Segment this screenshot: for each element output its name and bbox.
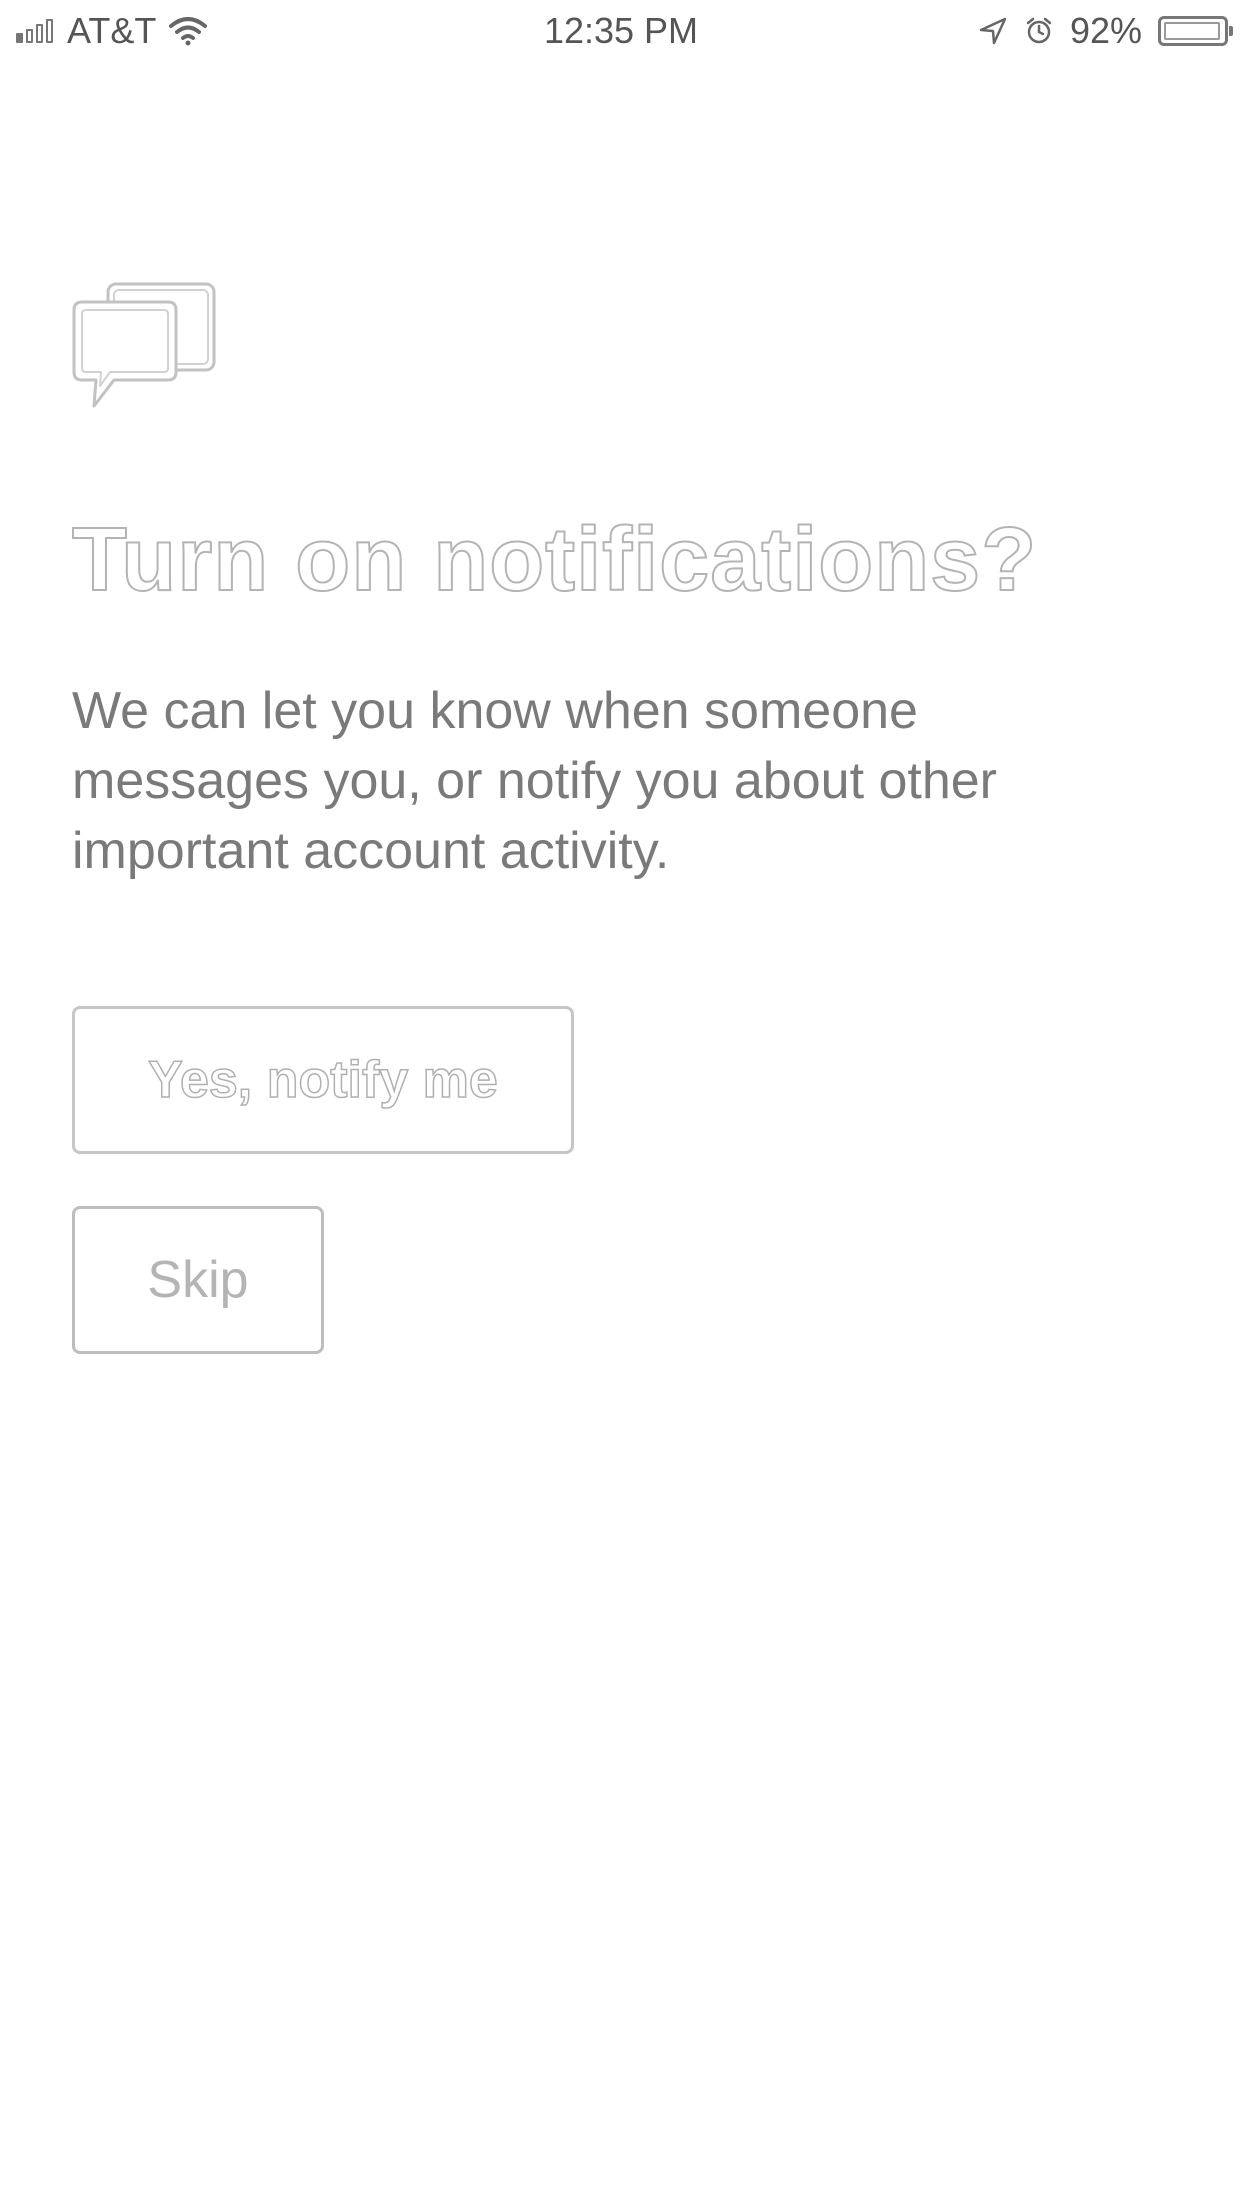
status-bar-right: 92% [978, 10, 1233, 52]
battery-icon [1158, 16, 1233, 46]
notifications-permission-screen: AT&T 12:35 PM 92% Turn on notifications?… [0, 0, 1242, 2208]
page-title: Turn on notifications? [71, 510, 1038, 611]
skip-button[interactable]: Skip [72, 1206, 324, 1354]
prompt-content: Turn on notifications? We can let you kn… [71, 280, 1172, 886]
location-arrow-icon [979, 17, 1007, 45]
status-bar: AT&T 12:35 PM 92% [0, 0, 1242, 62]
description-text: We can let you know when someone message… [72, 682, 997, 880]
yes-notify-me-button[interactable]: Yes, notify me [72, 1006, 574, 1154]
skip-label: Skip [147, 1251, 249, 1309]
chat-bubble-icon [72, 282, 216, 408]
alarm-icon [1026, 17, 1052, 44]
yes-notify-me-label: Yes, notify me [147, 1050, 498, 1110]
battery-percent: 92% [1069, 10, 1142, 51]
